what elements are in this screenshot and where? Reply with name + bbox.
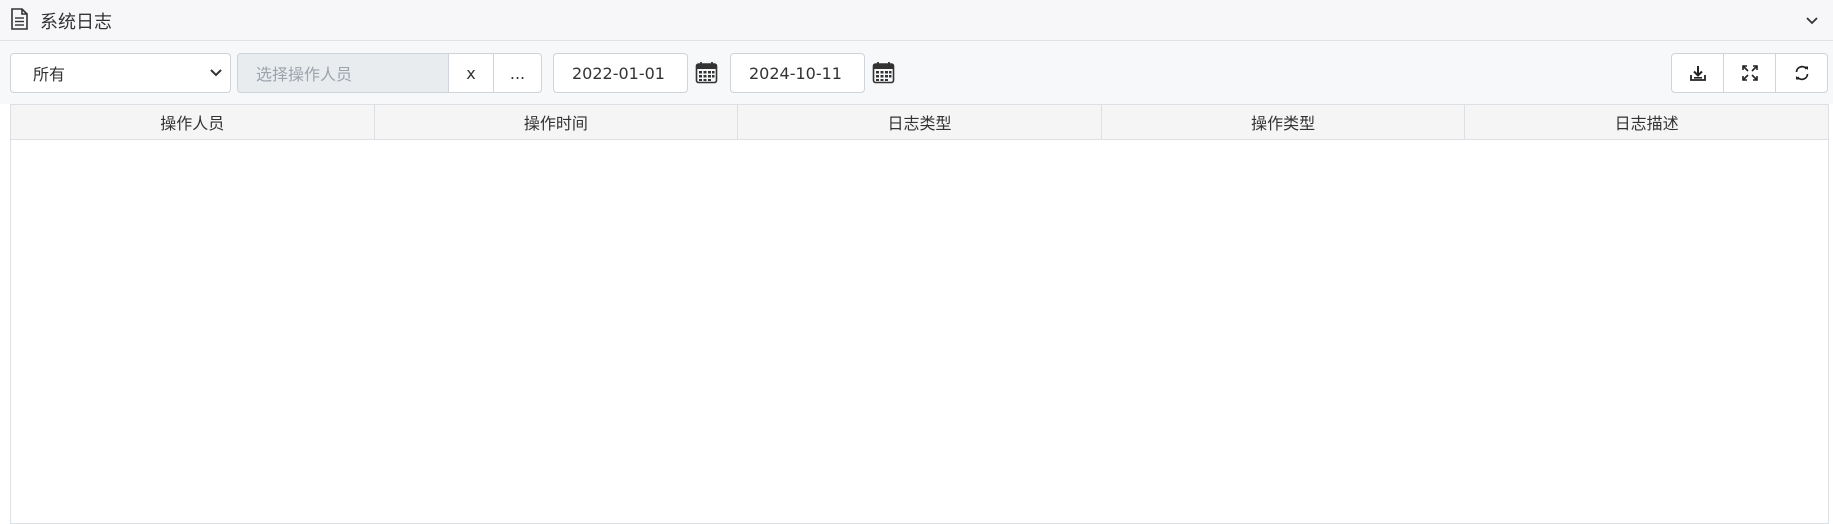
- filter-toolbar: 所有 选择操作人员 x ... 2022-01-01 2024-10-11: [0, 41, 1833, 104]
- calendar-icon[interactable]: [695, 61, 718, 84]
- log-type-select-value: 所有: [33, 65, 66, 84]
- fullscreen-button[interactable]: [1723, 53, 1776, 93]
- panel-title: 系统日志: [40, 12, 112, 33]
- column-header-operator[interactable]: 操作人员: [11, 105, 375, 139]
- chevron-down-icon[interactable]: [1805, 14, 1819, 28]
- export-button[interactable]: [1671, 53, 1724, 93]
- column-header-log-description[interactable]: 日志描述: [1465, 105, 1828, 139]
- select-operator-button[interactable]: ...: [493, 53, 542, 93]
- fullscreen-icon: [1741, 65, 1758, 81]
- operator-input[interactable]: 选择操作人员: [237, 53, 449, 93]
- select-operator-label: ...: [509, 63, 526, 83]
- column-header-operation-type[interactable]: 操作类型: [1102, 105, 1466, 139]
- start-date-value: 2022-01-01: [572, 63, 665, 83]
- table-action-buttons: [1671, 53, 1828, 93]
- chevron-down-icon: [210, 69, 222, 77]
- clear-operator-button[interactable]: x: [448, 53, 494, 93]
- table-header: 操作人员 操作时间 日志类型 操作类型 日志描述: [11, 105, 1828, 140]
- calendar-icon[interactable]: [872, 61, 895, 84]
- clear-operator-label: x: [466, 63, 476, 83]
- refresh-button[interactable]: [1775, 53, 1828, 93]
- start-date-input[interactable]: 2022-01-01: [553, 53, 688, 93]
- column-header-operation-time[interactable]: 操作时间: [375, 105, 739, 139]
- table-body: [11, 140, 1828, 524]
- system-log-panel: 系统日志 所有 选择操作人员 x ... 2022-01-01 2024-10-…: [0, 0, 1833, 524]
- operator-placeholder: 选择操作人员: [256, 65, 353, 84]
- download-icon: [1689, 66, 1706, 81]
- panel-header: 系统日志: [0, 0, 1833, 41]
- log-table: 操作人员 操作时间 日志类型 操作类型 日志描述: [10, 104, 1829, 524]
- column-header-log-type[interactable]: 日志类型: [738, 105, 1102, 139]
- end-date-value: 2024-10-11: [749, 63, 842, 83]
- log-type-select[interactable]: 所有: [10, 53, 231, 93]
- refresh-icon: [1795, 65, 1808, 81]
- document-icon: [11, 8, 28, 30]
- end-date-input[interactable]: 2024-10-11: [730, 53, 865, 93]
